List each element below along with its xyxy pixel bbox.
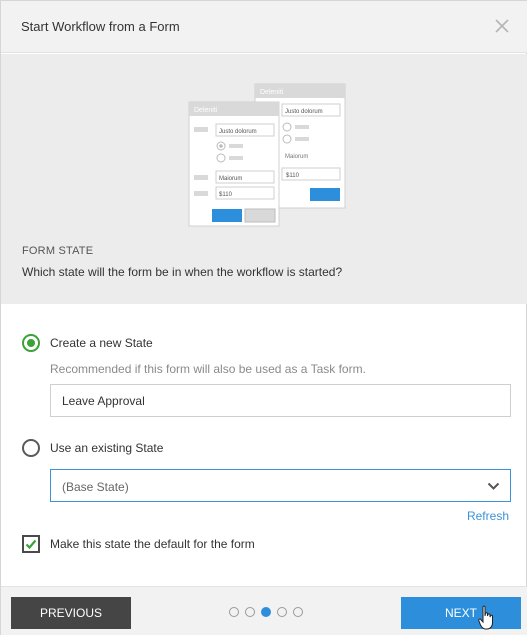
- refresh-link[interactable]: Refresh: [467, 509, 509, 523]
- existing-state-select[interactable]: (Base State): [50, 469, 511, 502]
- pagination-dot-4[interactable]: [277, 607, 287, 617]
- create-new-state-radio[interactable]: [22, 334, 40, 352]
- front-form-title: Deleniti: [194, 107, 218, 114]
- back-form-label: Maiorum: [285, 154, 308, 160]
- start-workflow-dialog: Start Workflow from a Form Deleniti Just…: [0, 0, 527, 635]
- chevron-down-icon: [487, 482, 500, 490]
- front-form-field3: $110: [219, 192, 233, 198]
- default-state-checkbox[interactable]: [22, 535, 40, 553]
- next-button[interactable]: NEXT: [401, 597, 521, 629]
- form-state-question: Which state will the form be in when the…: [22, 265, 343, 279]
- existing-state-select-value: (Base State): [62, 480, 129, 494]
- new-state-hint: Recommended if this form will also be us…: [50, 362, 366, 376]
- dialog-footer: PREVIOUS NEXT: [1, 586, 527, 635]
- previous-button[interactable]: PREVIOUS: [11, 597, 131, 629]
- front-form-field2: Maiorum: [219, 176, 242, 182]
- dialog-header: Start Workflow from a Form: [1, 1, 527, 53]
- pagination-dot-1[interactable]: [229, 607, 239, 617]
- new-state-name-input[interactable]: [50, 384, 511, 417]
- pagination-dot-2[interactable]: [245, 607, 255, 617]
- default-state-checkbox-label[interactable]: Make this state the default for the form: [50, 537, 255, 551]
- hand-cursor-icon: [478, 605, 493, 630]
- front-form-field1: Justo dolorum: [219, 129, 257, 135]
- pagination-dots: [229, 607, 303, 617]
- back-form-field2: $110: [286, 173, 300, 179]
- form-illustration: Deleniti Justo dolorum Maiorum $110 Dele…: [188, 83, 346, 227]
- create-new-state-label[interactable]: Create a new State: [50, 336, 153, 350]
- form-state-caption: FORM STATE: [22, 245, 94, 257]
- use-existing-state-radio[interactable]: [22, 439, 40, 457]
- pagination-dot-5[interactable]: [293, 607, 303, 617]
- use-existing-state-label[interactable]: Use an existing State: [50, 441, 163, 455]
- back-form-field1: Justo dolorum: [285, 109, 323, 115]
- form-illustration-panel: Deleniti Justo dolorum Maiorum $110 Dele…: [1, 54, 527, 304]
- back-form-title: Deleniti: [260, 89, 284, 96]
- check-icon: [25, 539, 37, 550]
- pagination-dot-3[interactable]: [261, 607, 271, 617]
- close-icon[interactable]: [494, 18, 510, 34]
- dialog-title: Start Workflow from a Form: [21, 19, 180, 34]
